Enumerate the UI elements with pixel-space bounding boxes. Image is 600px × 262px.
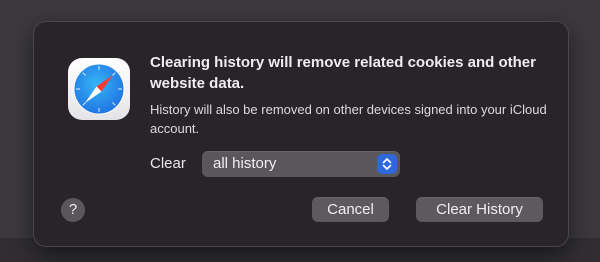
safari-compass-icon — [68, 58, 130, 120]
dialog-title: Clearing history will remove related coo… — [150, 54, 536, 92]
clear-history-button[interactable]: Clear History — [416, 197, 543, 222]
clear-history-dialog: Clearing history will remove related coo… — [34, 22, 568, 246]
clear-range-label: Clear — [150, 155, 186, 172]
up-down-chevron-icon — [377, 154, 397, 174]
dialog-message: History will also be removed on other de… — [150, 102, 547, 136]
help-button[interactable]: ? — [61, 198, 85, 222]
cancel-button[interactable]: Cancel — [312, 197, 389, 222]
clear-range-value: all history — [213, 155, 277, 172]
clear-range-select[interactable]: all history — [202, 151, 400, 177]
